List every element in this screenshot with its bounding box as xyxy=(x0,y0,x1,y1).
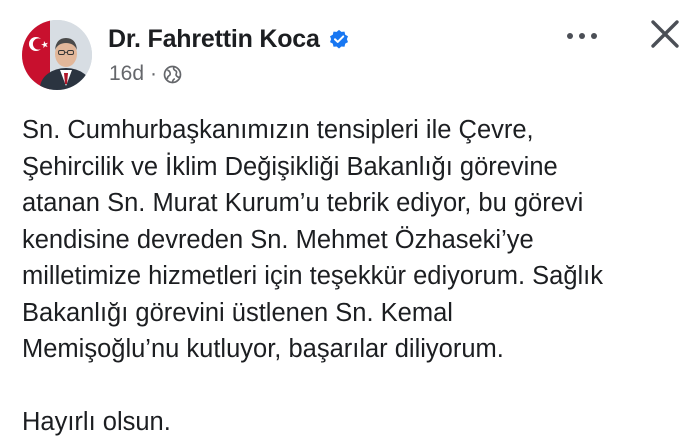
post-text-line: milletimize hizmetleri için teşekkür edi… xyxy=(22,262,604,290)
more-dot xyxy=(591,33,597,39)
post-text-line: atanan Sn. Murat Kurum’u tebrik ediyor, … xyxy=(22,189,584,217)
more-options-icon[interactable] xyxy=(560,26,604,46)
more-dot xyxy=(579,33,585,39)
more-dot xyxy=(567,33,573,39)
post-text-line: Memişoğlu’nu kutluyor, başarılar diliyor… xyxy=(22,335,504,363)
verified-badge-icon xyxy=(328,28,350,50)
post-timestamp[interactable]: 16d xyxy=(109,62,144,86)
author-row: Dr. Fahrettin Koca xyxy=(108,24,350,54)
post-text-line: Bakanlığı görevini üstlenen Sn. Kemal xyxy=(22,298,453,327)
author-avatar[interactable] xyxy=(22,20,92,90)
meta-separator: · xyxy=(150,62,158,85)
globe-icon[interactable] xyxy=(163,65,182,84)
post-body: Sn. Cumhurbaşkanımızın tensipleri ile Çe… xyxy=(22,112,692,440)
post-text-line: Sn. Cumhurbaşkanımızın tensipleri ile Çe… xyxy=(22,116,534,144)
author-name[interactable]: Dr. Fahrettin Koca xyxy=(108,25,320,54)
close-icon[interactable] xyxy=(647,16,683,52)
post-meta: 16d · xyxy=(109,61,182,87)
post-closing-line: Hayırlı olsun. xyxy=(22,408,171,436)
post-text-line: kendisine devreden Sn. Mehmet Özhaseki’y… xyxy=(22,225,534,254)
avatar-photo xyxy=(22,20,92,90)
post-card: Dr. Fahrettin Koca 16d · Sn. Cumhurbaşka… xyxy=(0,0,700,440)
post-text-line: Şehircilik ve İklim Değişikliği Bakanlığ… xyxy=(22,152,558,181)
